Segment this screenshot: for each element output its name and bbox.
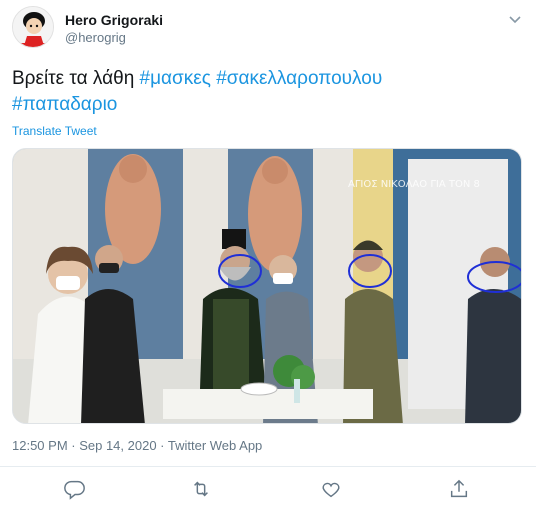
hashtag-link[interactable]: #σακελλαροπουλου: [216, 68, 382, 89]
avatar[interactable]: [12, 6, 54, 48]
reply-icon[interactable]: [64, 478, 86, 500]
broadcast-caption: ΑΓΙΟΣ ΝΙΚΟΛΑΟ ΓΙΑ ΤΟΝ 8: [348, 179, 480, 190]
translate-tweet-link[interactable]: Translate Tweet: [12, 124, 97, 138]
retweet-icon[interactable]: [190, 478, 212, 500]
share-icon[interactable]: [448, 478, 470, 500]
hashtag-link[interactable]: #μασκες: [140, 68, 211, 89]
tweet-text-prefix: Βρείτε τα λάθη: [12, 68, 140, 89]
tweet-photo[interactable]: ΑΓΙΟΣ ΝΙΚΟΛΑΟ ΓΙΑ ΤΟΝ 8: [12, 148, 522, 424]
tweet-actions: [0, 478, 536, 504]
hashtag-link[interactable]: #παπαδαριο: [12, 94, 117, 115]
tweet-header: Hero Grigoraki @herogrig: [12, 6, 524, 54]
photo-scene: ΑΓΙΟΣ ΝΙΚΟΛΑΟ ΓΙΑ ΤΟΝ 8: [13, 149, 521, 423]
user-name[interactable]: Hero Grigoraki: [65, 12, 163, 28]
chevron-down-icon[interactable]: [506, 10, 524, 28]
divider: [0, 466, 536, 467]
like-icon[interactable]: [320, 478, 342, 500]
tweet-text: Βρείτε τα λάθη #μασκες #σακελλαροπουλου …: [12, 66, 512, 118]
user-handle[interactable]: @herogrig: [65, 30, 126, 45]
tweet-timestamp[interactable]: 12:50 PM · Sep 14, 2020 · Twitter Web Ap…: [12, 438, 262, 453]
